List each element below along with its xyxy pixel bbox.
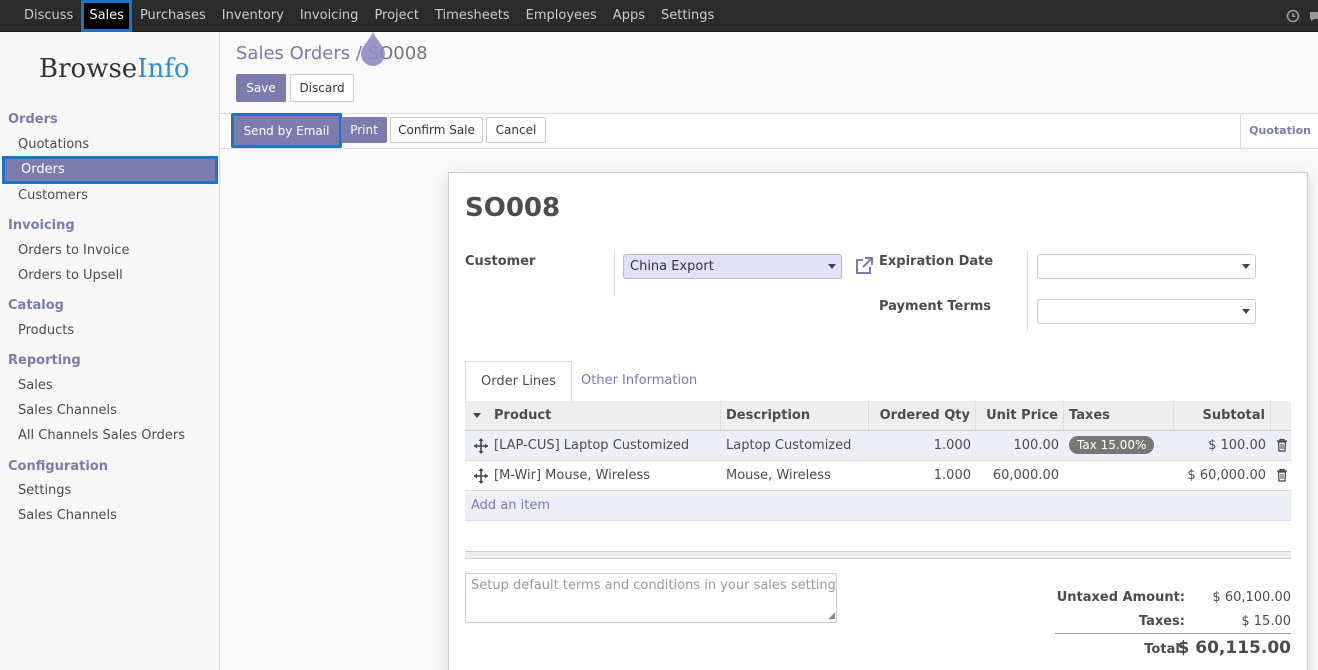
chat-icon[interactable] [1308,9,1318,23]
nav-sales[interactable]: Sales [81,0,132,32]
nav-invoicing[interactable]: Invoicing [292,0,367,32]
send-by-email-button[interactable]: Send by Email [231,113,342,148]
tab-other-information[interactable]: Other Information [566,361,712,402]
cell-description[interactable]: Laptop Customized [721,431,869,460]
external-link-icon[interactable] [853,255,875,277]
sidebar-item-orders-to-upsell[interactable]: Orders to Upsell [18,268,123,283]
app-menu: Discuss Sales Purchases Inventory Invoic… [16,0,722,32]
pointer-cursor-icon [358,30,388,66]
status-separator [1240,114,1241,149]
customer-select[interactable]: China Export [623,254,842,279]
trash-icon[interactable] [1271,431,1291,460]
col-subtotal[interactable]: Subtotal [1174,401,1271,430]
tax-badge: Tax 15.00% [1069,436,1155,454]
sidebar: BrowseInfo Orders Quotations Orders Cust… [0,32,220,670]
sidebar-section-orders[interactable]: Orders [8,112,58,127]
sidebar-section-catalog[interactable]: Catalog [8,298,64,313]
totals-divider [1055,633,1291,634]
nav-employees[interactable]: Employees [518,0,605,32]
cell-unit-price[interactable]: 60,000.00 [976,461,1064,490]
col-ordered-qty[interactable]: Ordered Qty [869,401,976,430]
cell-qty[interactable]: 1.000 [869,461,976,490]
col-description[interactable]: Description [721,401,869,430]
nav-purchases[interactable]: Purchases [132,0,214,32]
table-row[interactable]: [LAP-CUS] Laptop Customized Laptop Custo… [465,431,1291,461]
move-handle-icon[interactable] [469,461,489,490]
cell-subtotal: $ 60,000.00 [1187,468,1266,483]
col-unit-price[interactable]: Unit Price [976,401,1064,430]
total-value: $ 60,115.00 [1177,638,1291,658]
breadcrumb-parent[interactable]: Sales Orders [236,43,350,64]
sidebar-section-reporting[interactable]: Reporting [8,353,81,368]
sidebar-item-quotations[interactable]: Quotations [18,137,89,152]
status-quotation[interactable]: Quotation [1249,124,1311,137]
sidebar-item-orders[interactable]: Orders [2,156,218,184]
dropdown-caret-icon [1242,309,1250,314]
nav-settings[interactable]: Settings [653,0,722,32]
cell-taxes[interactable]: Tax 15.00% [1064,431,1174,460]
cell-qty[interactable]: 1.000 [869,431,976,460]
table-header: Product Description Ordered Qty Unit Pri… [465,401,1291,431]
clock-icon[interactable] [1286,9,1308,23]
field-separator-right [1027,251,1028,331]
sidebar-item-settings[interactable]: Settings [18,483,71,498]
untaxed-amount-value: $ 60,100.00 [1212,590,1291,605]
terms-conditions-field[interactable]: Setup default terms and conditions in yo… [465,573,837,623]
payment-terms-label: Payment Terms [879,299,992,314]
cancel-button[interactable]: Cancel [486,117,546,143]
cell-product[interactable]: [LAP-CUS] Laptop Customized [489,431,721,460]
save-button[interactable]: Save [236,74,286,102]
taxes-label: Taxes: [1138,614,1185,629]
nav-project[interactable]: Project [366,0,426,32]
tab-order-lines[interactable]: Order Lines [465,361,572,402]
top-navbar: Discuss Sales Purchases Inventory Invoic… [0,0,1318,32]
col-taxes[interactable]: Taxes [1064,401,1174,430]
cell-description[interactable]: Mouse, Wireless [721,461,869,490]
confirm-sale-button[interactable]: Confirm Sale [390,117,483,143]
resize-handle-icon[interactable]: ◢ [828,611,835,621]
nav-discuss[interactable]: Discuss [16,0,81,32]
order-title: SO008 [465,193,561,223]
sidebar-section-configuration[interactable]: Configuration [8,459,108,474]
sidebar-item-config-sales-channels[interactable]: Sales Channels [18,508,117,523]
payment-terms-select[interactable] [1037,299,1256,324]
company-logo: BrowseInfo [39,54,190,84]
trash-icon[interactable] [1271,461,1291,490]
sidebar-item-orders-to-invoice[interactable]: Orders to Invoice [18,243,130,258]
field-separator [614,251,615,296]
taxes-value: $ 15.00 [1241,614,1291,629]
col-product[interactable]: Product [489,401,721,430]
add-item-row[interactable]: Add an item [465,491,1291,521]
sidebar-item-all-channels-sales-orders[interactable]: All Channels Sales Orders [18,428,185,443]
cell-subtotal: $ 100.00 [1208,438,1266,453]
cell-product[interactable]: [M-Wir] Mouse, Wireless [489,461,721,490]
dropdown-caret-icon [1242,264,1250,269]
nav-timesheets[interactable]: Timesheets [427,0,518,32]
customer-label: Customer [465,254,536,269]
table-row[interactable]: [M-Wir] Mouse, Wireless Mouse, Wireless … [465,461,1291,491]
dropdown-caret-icon [828,264,836,269]
form-sheet: SO008 Customer China Export Expiration D… [448,172,1308,670]
discard-button[interactable]: Discard [290,74,354,102]
nav-inventory[interactable]: Inventory [214,0,292,32]
expiration-date-label: Expiration Date [879,254,994,269]
move-handle-icon[interactable] [469,431,489,460]
sidebar-item-reporting-sales-channels[interactable]: Sales Channels [18,403,117,418]
sidebar-section-invoicing[interactable]: Invoicing [8,218,75,233]
sidebar-item-reporting-sales[interactable]: Sales [18,378,53,393]
untaxed-amount-label: Untaxed Amount: [1056,590,1185,605]
sidebar-item-products[interactable]: Products [18,323,74,338]
breadcrumb: Sales Orders / SO008 [236,43,428,64]
sidebar-item-customers[interactable]: Customers [18,188,88,203]
navbar-systray [1286,0,1318,32]
print-button[interactable]: Print [341,117,387,143]
cell-unit-price[interactable]: 100.00 [976,431,1064,460]
add-item-link[interactable]: Add an item [471,491,550,521]
sort-caret-icon[interactable] [465,401,489,430]
table-footer [465,551,1291,559]
nav-apps[interactable]: Apps [605,0,653,32]
cell-taxes[interactable] [1064,461,1174,490]
expiration-date-field[interactable] [1037,254,1256,279]
